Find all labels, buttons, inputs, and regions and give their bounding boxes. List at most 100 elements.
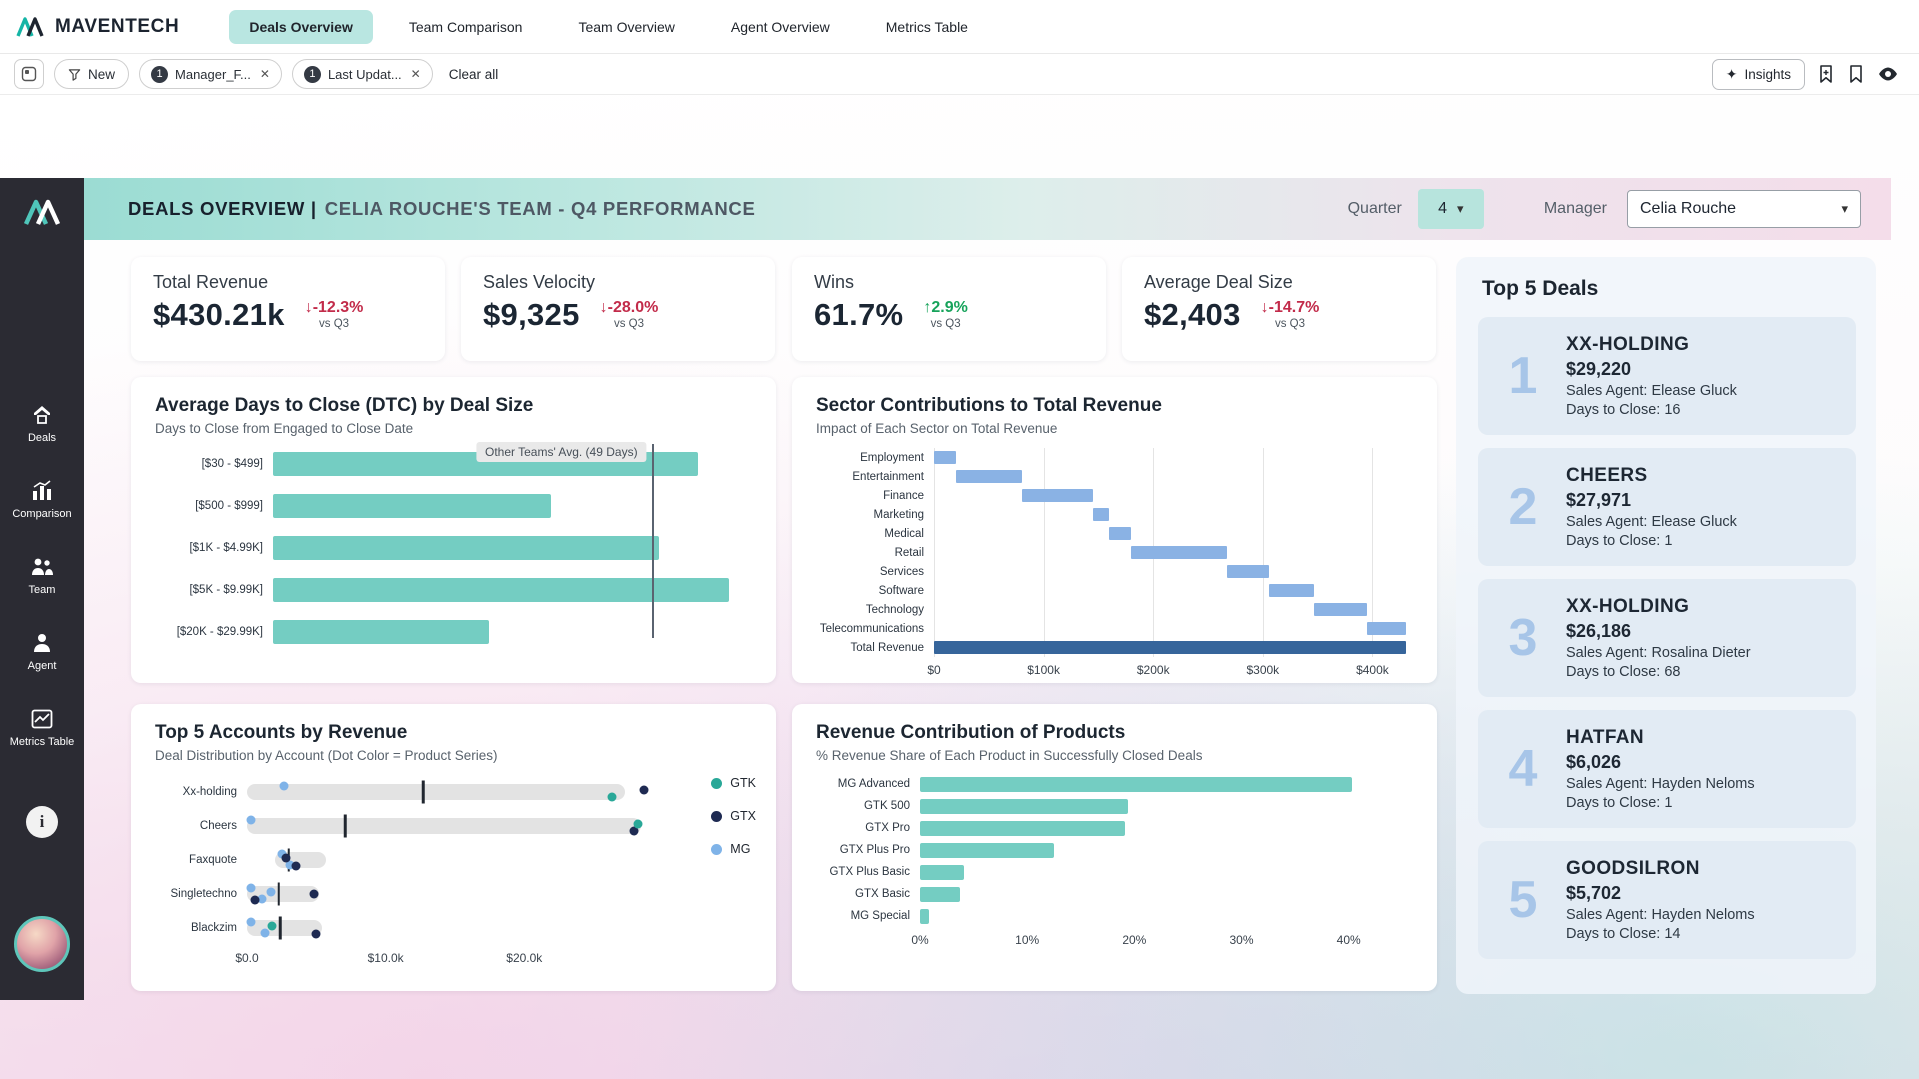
tab-metrics-table[interactable]: Metrics Table — [866, 10, 988, 44]
bar — [920, 843, 1054, 858]
deal-card-5[interactable]: 5 GOODSILRON $5,702 Sales Agent: Hayden … — [1478, 841, 1856, 959]
sidebar-item-agent[interactable]: Agent — [0, 631, 84, 673]
sidebar-logo-icon — [0, 194, 84, 230]
bar — [1022, 489, 1093, 502]
info-icon: i — [26, 806, 58, 838]
deal-amount: $6,026 — [1566, 751, 1755, 774]
kpi-title: Average Deal Size — [1144, 272, 1414, 293]
quarter-select[interactable]: 4 ▾ — [1418, 189, 1484, 229]
bar-track — [273, 578, 752, 602]
sidebar-item-deals[interactable]: Deals — [0, 403, 84, 445]
bar-track — [273, 620, 752, 644]
trend-arrow-icon: ↓ — [305, 298, 313, 317]
new-filter-button[interactable]: New — [54, 59, 129, 89]
close-icon[interactable]: ✕ — [258, 67, 270, 81]
deal-card-4[interactable]: 4 HATFAN $6,026 Sales Agent: Hayden Nelo… — [1478, 710, 1856, 828]
chevron-down-icon: ▾ — [1457, 201, 1464, 217]
bar-row: [$1K - $4.99K] — [155, 536, 752, 560]
deal-card-1[interactable]: 1 XX-HOLDING $29,220 Sales Agent: Elease… — [1478, 317, 1856, 435]
bookmark-button[interactable] — [1847, 64, 1865, 84]
bar-row: Software — [816, 581, 1413, 600]
kpi-versus: vs Q3 — [1275, 318, 1305, 332]
reference-line-label: Other Teams' Avg. (49 Days) — [476, 442, 647, 462]
dot-track — [247, 877, 656, 911]
deal-name: CHEERS — [1566, 464, 1737, 489]
sidebar-item-label: Comparison — [12, 508, 71, 521]
deals-icon — [30, 403, 54, 427]
chart-title: Sector Contributions to Total Revenue — [816, 395, 1413, 417]
insights-button[interactable]: ✦ Insights — [1712, 59, 1805, 90]
agent-icon — [30, 631, 54, 655]
sidebar-item-comparison[interactable]: Comparison — [0, 479, 84, 521]
deal-card-2[interactable]: 2 CHEERS $27,971 Sales Agent: Elease Glu… — [1478, 448, 1856, 566]
clear-all-button[interactable]: Clear all — [449, 67, 499, 82]
dashboard-header: DEALS OVERVIEW | CELIA ROUCHE'S TEAM - Q… — [84, 178, 1891, 240]
close-icon[interactable]: ✕ — [409, 67, 421, 81]
tab-deals-overview[interactable]: Deals Overview — [229, 10, 373, 44]
panel-toggle-button[interactable] — [14, 59, 44, 89]
bar-track — [934, 467, 1413, 486]
tab-team-comparison[interactable]: Team Comparison — [389, 10, 543, 44]
category-label: GTX Basic — [816, 888, 920, 900]
bar-row: Employment — [816, 448, 1413, 467]
bar-track — [920, 773, 1413, 795]
bar-row: GTX Plus Pro — [816, 839, 1413, 861]
dot-track — [247, 809, 656, 843]
filter-chip-manager[interactable]: 1 Manager_F... ✕ — [139, 59, 282, 89]
insights-label: Insights — [1744, 67, 1791, 82]
legend-label: GTK — [730, 776, 756, 790]
manager-select[interactable]: Celia Rouche ▾ — [1627, 190, 1861, 228]
chart-card-sectors: Sector Contributions to Total Revenue Im… — [792, 377, 1437, 683]
metrics-table-icon — [30, 707, 54, 731]
deal-card-3[interactable]: 3 XX-HOLDING $26,186 Sales Agent: Rosali… — [1478, 579, 1856, 697]
filter-chip-last-updated[interactable]: 1 Last Updat... ✕ — [292, 59, 433, 89]
bar-row: [$20K - $29.99K] — [155, 620, 752, 644]
chart-subtitle: Days to Close from Engaged to Close Date — [155, 421, 752, 436]
kpi-average-deal-size: Average Deal Size $2,403 ↓-14.7% vs Q3 — [1122, 257, 1436, 361]
bar-track — [934, 486, 1413, 505]
sidebar-item-label: Agent — [28, 660, 57, 673]
range-bar — [247, 818, 641, 834]
axis-tick-label: $100k — [1027, 663, 1060, 677]
data-dot-GTX — [291, 862, 300, 871]
info-button[interactable]: i — [0, 806, 84, 838]
user-avatar-button[interactable] — [0, 916, 84, 972]
chart-legend: GTKGTXMG — [711, 776, 756, 856]
legend-label: GTX — [730, 809, 756, 823]
axis-tick-label: $300k — [1246, 663, 1279, 677]
axis-tick-label: 10% — [1015, 933, 1039, 947]
kpi-value: $430.21k — [153, 297, 285, 333]
sidebar-item-team[interactable]: Team — [0, 555, 84, 597]
bar — [1109, 527, 1131, 540]
data-dot-MG — [266, 888, 275, 897]
bar — [273, 494, 551, 518]
tab-agent-overview[interactable]: Agent Overview — [711, 10, 850, 44]
x-axis: $0.0$10.0k$20.0k — [155, 949, 656, 969]
bar-track — [920, 905, 1413, 927]
category-label: MG Advanced — [816, 778, 920, 790]
deal-agent: Sales Agent: Elease Gluck — [1566, 382, 1737, 401]
deal-amount: $26,186 — [1566, 620, 1751, 643]
kpi-delta: ↓-12.3% vs Q3 — [305, 298, 364, 332]
bar-row: GTX Pro — [816, 817, 1413, 839]
kpi-delta: ↓-28.0% vs Q3 — [600, 298, 659, 332]
sector-waterfall-chart: EmploymentEntertainmentFinanceMarketingM… — [816, 448, 1413, 681]
page-title: DEALS OVERVIEW | — [128, 198, 317, 220]
bar — [920, 821, 1125, 836]
bookmark-add-button[interactable] — [1817, 64, 1835, 84]
sidebar-item-metrics-table[interactable]: Metrics Table — [0, 707, 84, 749]
deal-rank: 2 — [1494, 481, 1552, 533]
deal-agent: Sales Agent: Elease Gluck — [1566, 513, 1737, 532]
dot-row: Cheers — [155, 809, 656, 843]
category-label: [$30 - $499] — [155, 458, 273, 470]
legend-dot — [711, 811, 722, 822]
tab-team-overview[interactable]: Team Overview — [558, 10, 694, 44]
products-bar-chart: MG AdvancedGTK 500GTX ProGTX Plus ProGTX… — [816, 773, 1413, 951]
kpi-delta-value: -12.3% — [313, 298, 364, 317]
visibility-button[interactable] — [1877, 65, 1899, 83]
category-label: [$20K - $29.99K] — [155, 626, 273, 638]
sidebar-item-label: Team — [29, 584, 56, 597]
category-label: GTX Plus Basic — [816, 866, 920, 878]
kpi-delta-value: 2.9% — [931, 298, 967, 317]
kpi-delta-value: -28.0% — [608, 298, 659, 317]
